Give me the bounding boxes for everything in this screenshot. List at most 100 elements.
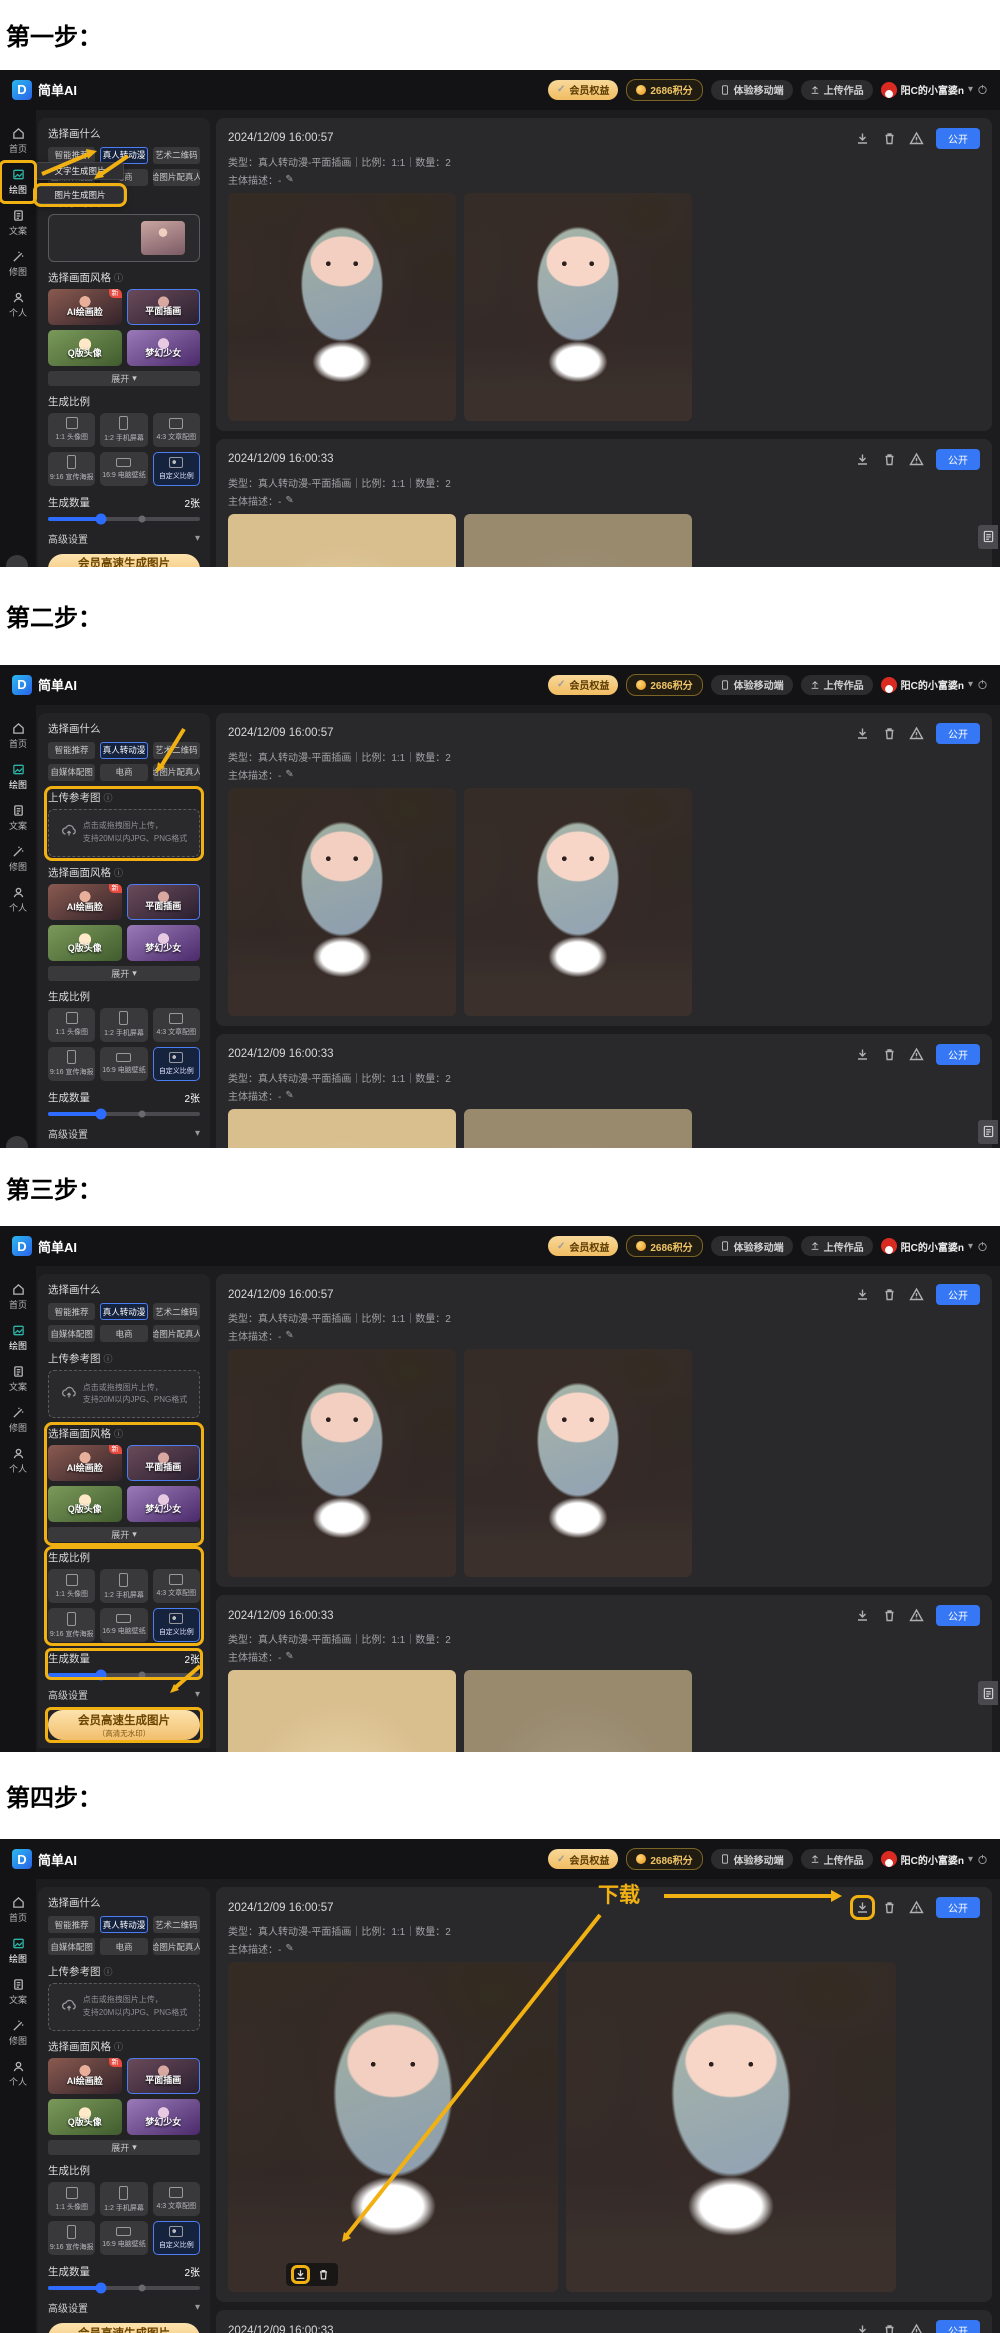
- style-chibi-avatar[interactable]: Q版头像: [48, 2099, 122, 2135]
- ratio-1-2[interactable]: 1:2 手机屏幕: [100, 2182, 147, 2216]
- delete-icon[interactable]: [882, 1900, 897, 1915]
- history-side-button[interactable]: [978, 525, 998, 549]
- style-chibi-avatar[interactable]: Q版头像: [48, 330, 122, 366]
- delete-icon[interactable]: [882, 1608, 897, 1623]
- tab-art-qrcode[interactable]: 艺术二维码: [153, 742, 200, 759]
- style-ai-paint-face[interactable]: 新AI绘画脸: [48, 2058, 122, 2094]
- power-icon[interactable]: [977, 1854, 988, 1865]
- generated-image-1[interactable]: [228, 1349, 456, 1577]
- ratio-1-1[interactable]: 1:1 头像图: [48, 1008, 95, 1042]
- delete-icon[interactable]: [882, 2323, 897, 2333]
- advanced-settings-toggle[interactable]: 高级设置 ▾: [48, 1687, 200, 1702]
- upload-dropzone[interactable]: 点击或拖拽图片上传， 支持20M以内JPG、PNG格式: [48, 809, 200, 857]
- sidebar-item-profile[interactable]: 个人: [2, 881, 34, 919]
- quantity-slider[interactable]: [48, 1112, 200, 1116]
- ratio-custom[interactable]: 自定义比例: [153, 452, 200, 486]
- power-icon[interactable]: [977, 84, 988, 95]
- tab-real-to-anime[interactable]: 真人转动漫: [100, 742, 147, 759]
- generated-image-1[interactable]: [228, 1670, 456, 1752]
- publish-button[interactable]: 公开: [936, 1284, 980, 1305]
- mobile-version-button[interactable]: 体验移动端: [711, 1236, 793, 1256]
- tab-smart-recommend[interactable]: 智能推荐: [48, 1303, 95, 1320]
- ratio-16-9[interactable]: 16:9 电脑壁纸: [100, 1608, 147, 1642]
- sidebar-item-retouch[interactable]: 修图: [2, 1401, 34, 1439]
- mobile-version-button[interactable]: 体验移动端: [711, 80, 793, 100]
- tab-art-qrcode[interactable]: 艺术二维码: [153, 1916, 200, 1933]
- ratio-9-16[interactable]: 9:16 宣传海报: [48, 1608, 95, 1642]
- credits-badge[interactable]: 2686积分: [626, 1848, 702, 1870]
- style-ai-paint-face[interactable]: 新AI绘画脸: [48, 884, 122, 920]
- style-dreamy-girl[interactable]: 梦幻少女: [127, 2099, 201, 2135]
- generated-image-2[interactable]: [464, 193, 692, 421]
- report-icon[interactable]: [909, 452, 924, 467]
- upload-work-button[interactable]: 上传作品: [801, 1236, 873, 1256]
- ratio-1-2[interactable]: 1:2 手机屏幕: [100, 1569, 147, 1603]
- edit-icon[interactable]: ✎: [285, 495, 293, 506]
- quantity-slider[interactable]: [48, 517, 200, 521]
- sidebar-item-draw[interactable]: 绘图: [2, 758, 34, 796]
- download-icon[interactable]: [855, 1287, 870, 1302]
- sidebar-item-home[interactable]: 首页: [2, 717, 34, 755]
- ratio-custom[interactable]: 自定义比例: [153, 1047, 200, 1081]
- ratio-4-3[interactable]: 4:3 文章配图: [153, 1008, 200, 1042]
- generate-button[interactable]: 会员高速生成图片 （高清无水印）: [48, 2323, 200, 2333]
- tab-match-real-person[interactable]: 给图片配真人: [153, 169, 200, 186]
- generated-image-1[interactable]: 下载: [228, 1962, 558, 2292]
- generated-image-1[interactable]: [228, 1109, 456, 1148]
- sidebar-item-profile[interactable]: 个人: [2, 286, 34, 324]
- sidebar-item-copywriting[interactable]: 文案: [2, 1973, 34, 2011]
- sidebar-item-home[interactable]: 首页: [2, 1278, 34, 1316]
- upload-dropzone[interactable]: 点击或拖拽图片上传， 支持20M以内JPG、PNG格式: [48, 1370, 200, 1418]
- upload-work-button[interactable]: 上传作品: [801, 80, 873, 100]
- ratio-1-2[interactable]: 1:2 手机屏幕: [100, 1008, 147, 1042]
- generate-button[interactable]: 会员高速生成图片 （高清无水印）: [48, 1710, 200, 1740]
- download-icon[interactable]: [855, 1047, 870, 1062]
- download-icon[interactable]: [855, 1608, 870, 1623]
- expand-styles-button[interactable]: 展开▾: [48, 966, 200, 981]
- delete-icon[interactable]: [882, 1047, 897, 1062]
- report-icon[interactable]: [909, 2323, 924, 2333]
- generated-image-2[interactable]: [464, 1670, 692, 1752]
- sidebar-item-draw[interactable]: 绘图: [2, 1932, 34, 1970]
- sidebar-item-retouch[interactable]: 修图: [2, 2014, 34, 2052]
- edit-icon[interactable]: ✎: [285, 1330, 293, 1341]
- advanced-settings-toggle[interactable]: 高级设置 ▾: [48, 531, 200, 546]
- report-icon[interactable]: [909, 1608, 924, 1623]
- tab-real-to-anime[interactable]: 真人转动漫: [100, 1916, 147, 1933]
- expand-styles-button[interactable]: 展开▾: [48, 371, 200, 386]
- tab-match-real-person[interactable]: 给图片配真人: [153, 764, 200, 781]
- tab-match-real-person[interactable]: 给图片配真人: [153, 1325, 200, 1342]
- upload-dropzone[interactable]: [48, 214, 200, 262]
- tab-smart-recommend[interactable]: 智能推荐: [48, 742, 95, 759]
- upload-work-button[interactable]: 上传作品: [801, 1849, 873, 1869]
- generated-image-1[interactable]: [228, 193, 456, 421]
- sidebar-item-profile[interactable]: 个人: [2, 2055, 34, 2093]
- report-icon[interactable]: [909, 1047, 924, 1062]
- expand-styles-button[interactable]: 展开▾: [48, 1527, 200, 1542]
- tab-ecommerce[interactable]: 电商: [100, 1938, 147, 1955]
- slider-knob[interactable]: [96, 2283, 107, 2294]
- style-ai-paint-face[interactable]: 新AI绘画脸: [48, 289, 122, 325]
- ratio-4-3[interactable]: 4:3 文章配图: [153, 1569, 200, 1603]
- history-side-button[interactable]: [978, 1681, 998, 1705]
- publish-button[interactable]: 公开: [936, 2320, 980, 2333]
- sidebar-item-copywriting[interactable]: 文案: [2, 799, 34, 837]
- sidebar-item-draw[interactable]: 绘图: [2, 1319, 34, 1357]
- member-benefits-button[interactable]: ✓会员权益: [548, 1236, 618, 1256]
- report-icon[interactable]: [909, 131, 924, 146]
- tab-real-to-anime[interactable]: 真人转动漫: [100, 1303, 147, 1320]
- generated-image-2[interactable]: [464, 514, 692, 567]
- slider-knob[interactable]: [96, 1108, 107, 1119]
- delete-icon[interactable]: [882, 726, 897, 741]
- publish-button[interactable]: 公开: [936, 1044, 980, 1065]
- style-chibi-avatar[interactable]: Q版头像: [48, 1486, 122, 1522]
- delete-icon[interactable]: [882, 1287, 897, 1302]
- generated-image-1[interactable]: [228, 788, 456, 1016]
- report-icon[interactable]: [909, 1287, 924, 1302]
- download-icon[interactable]: [855, 131, 870, 146]
- generated-image-2[interactable]: [464, 1109, 692, 1148]
- upload-work-button[interactable]: 上传作品: [801, 675, 873, 695]
- style-dreamy-girl[interactable]: 梦幻少女: [127, 330, 201, 366]
- credits-badge[interactable]: 2686积分: [626, 674, 702, 696]
- publish-button[interactable]: 公开: [936, 449, 980, 470]
